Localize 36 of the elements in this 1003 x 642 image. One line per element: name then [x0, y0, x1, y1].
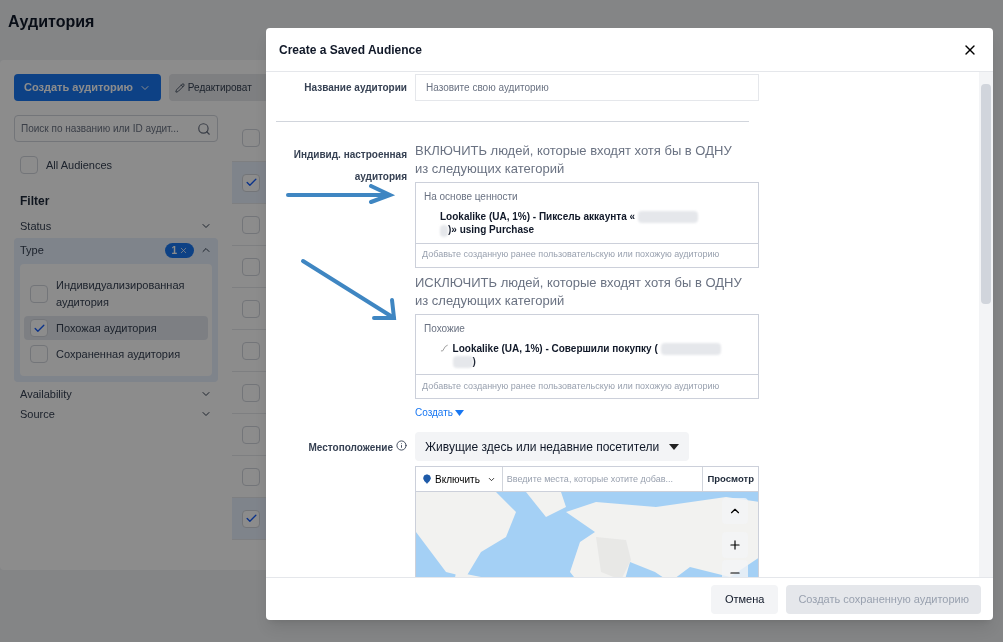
filter-row[interactable]: Source	[20, 406, 212, 422]
page-title: Аудитория	[8, 12, 95, 32]
filter-heading: Filter	[20, 193, 51, 210]
cancel-button[interactable]: Отмена	[710, 584, 779, 614]
audience-input[interactable]: Добавьте созданную ранее пользовательскую или похожую аудиторию	[416, 242, 758, 267]
filter-row[interactable]: Availability	[20, 386, 212, 402]
filter-option[interactable]: Сохраненная аудитория	[24, 342, 208, 366]
field-label: Местоположение	[308, 441, 393, 456]
search-input[interactable]: Поиск по названию или ID аудит...	[21, 121, 197, 136]
audience-input[interactable]: Добавьте созданную ранее пользовательскую или похожую аудиторию	[422, 380, 752, 394]
audience-item: )	[472, 356, 476, 368]
group-label: Похожие	[424, 321, 466, 336]
field-label: Индивид. настроенная аудитория	[292, 148, 407, 184]
dialog-title: Create a Saved Audience	[279, 41, 423, 59]
group-label: На основе ценности	[424, 190, 519, 204]
create-link[interactable]: Создать	[415, 405, 464, 421]
audience-input[interactable]: Добавьте созданную ранее пользовательскую или похожую аудиторию	[416, 374, 758, 399]
audience-name-field[interactable]: Назовите свою аудиторию	[415, 74, 759, 101]
location-search-field[interactable]: Введите места, которые хотите добав...	[502, 472, 703, 487]
section-heading: ВКЛЮЧИТЬ людей, которые входят хотя бы в ОДНУ из следующих категорий	[415, 142, 733, 178]
location-type-dropdown[interactable]: Живущие здесь или недавние посетители	[415, 432, 690, 462]
audience-input[interactable]: Добавьте созданную ранее пользовательскую или похожую аудиторию	[422, 248, 752, 262]
audience-item: Lookalike (UA, 1%) - Совершили покупку (	[452, 342, 658, 354]
count-badge[interactable]: 1	[165, 242, 194, 258]
filter-option[interactable]: Индивидуализированная аудитория	[24, 274, 208, 314]
checkbox-label: All Audiences	[46, 157, 113, 173]
browse-button[interactable]: Просмотр	[702, 467, 758, 492]
filter-row[interactable]: Status	[20, 218, 212, 234]
section-heading: ИСКЛЮЧИТЬ людей, которые входят хотя бы в ОДНУ из следующих категорий	[415, 273, 743, 310]
include-dropdown[interactable]: Включить	[416, 467, 503, 492]
search-field[interactable]: Поиск по названию или ID аудит...	[14, 115, 218, 142]
audience-item: )» using Purchase	[448, 224, 535, 236]
filter-row[interactable]: Type 1	[20, 242, 212, 258]
field-label: Название аудитории	[303, 81, 407, 95]
create-audience-button[interactable]: Создать аудиторию	[14, 74, 161, 101]
audience-item: Lookalike (UA, 1%) - Пиксель аккаунта «	[440, 211, 636, 222]
